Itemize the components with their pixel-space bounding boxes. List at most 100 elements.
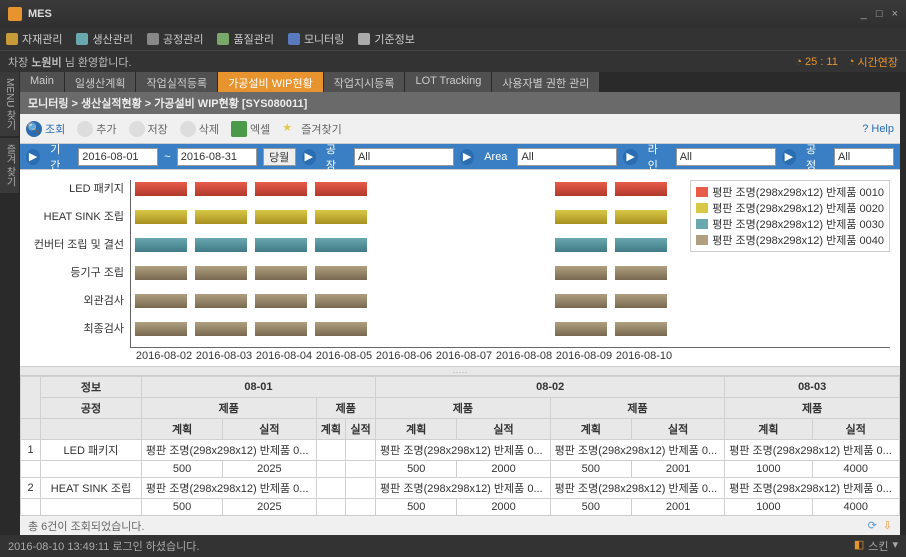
grid-record-count: 총 6건이 조회되었습니다. [28, 518, 145, 534]
cell-product: 평판 조명(298x298x12) 반제품 0... [141, 440, 316, 461]
window-maximize-button[interactable]: □ [876, 8, 883, 20]
sidebar-tabs: MENU 찾기 즐겨 찾기 [0, 72, 20, 195]
process-label: 공정 [802, 141, 828, 173]
date-to-input[interactable] [177, 148, 257, 166]
filter-go-4[interactable]: ▶ [782, 149, 796, 165]
splitter[interactable]: ····· [20, 366, 900, 376]
wip-chart: LED 패키지HEAT SINK 조립컨버터 조립 및 결선등기구 조립외관검사… [20, 170, 900, 366]
col-actual: 실적 [457, 419, 550, 440]
date-from-input[interactable] [78, 148, 158, 166]
tab-4[interactable]: 작업지시등록 [324, 72, 405, 92]
toolbar: 🔍조회 추가 저장 삭제 엑셀 ★즐겨찾기 ?Help [20, 114, 900, 144]
legend-item: 평판 조명(298x298x12) 반제품 0040 [696, 232, 884, 248]
delete-button[interactable]: 삭제 [180, 121, 219, 137]
col-product: 제품 [316, 398, 376, 419]
add-button[interactable]: 추가 [77, 121, 116, 137]
sidebar-tab-menu[interactable]: MENU 찾기 [0, 72, 19, 136]
page-tabs: Main일생산계획작업실적등록가공설비 WIP현황작업지시등록LOT Track… [0, 72, 906, 92]
sidebar-tab-favorites[interactable]: 즐겨 찾기 [0, 138, 19, 193]
tab-0[interactable]: Main [20, 72, 64, 92]
filter-go-1[interactable]: ▶ [302, 149, 316, 165]
legend-item: 평판 조명(298x298x12) 반제품 0010 [696, 184, 884, 200]
legend-swatch-icon [696, 203, 708, 213]
chart-bar [315, 266, 367, 280]
tab-1[interactable]: 일생산계획 [65, 72, 136, 92]
chart-bar [555, 238, 607, 252]
chart-bar [195, 322, 247, 336]
menu-icon [6, 33, 18, 45]
tab-3[interactable]: 가공설비 WIP현황 [218, 72, 323, 92]
line-select[interactable] [676, 148, 776, 166]
table-row[interactable]: 50020255002000500200110004000 [21, 461, 900, 478]
breadcrumb: 모니터링 > 생산실적현황 > 가공설비 WIP현황 [SYS080011] [20, 92, 900, 114]
legend-item: 평판 조명(298x298x12) 반제품 0020 [696, 200, 884, 216]
tab-6[interactable]: 사용자별 권한 관리 [492, 72, 599, 92]
search-icon: 🔍 [26, 121, 42, 137]
chart-xlabel: 2016-08-04 [254, 350, 314, 362]
col-date: 08-01 [141, 377, 375, 398]
tab-2[interactable]: 작업실적등록 [136, 72, 217, 92]
col-actual: 실적 [812, 419, 899, 440]
period-label: 기간 [46, 141, 72, 173]
menu-기준정보[interactable]: 기준정보 [358, 31, 414, 47]
col-product: 제품 [550, 398, 725, 419]
filter-go-2[interactable]: ▶ [460, 149, 474, 165]
chart-xlabel: 2016-08-09 [554, 350, 614, 362]
chart-xlabel: 2016-08-02 [134, 350, 194, 362]
excel-button[interactable]: 엑셀 [231, 121, 270, 137]
chart-bar [615, 294, 667, 308]
menu-공정관리[interactable]: 공정관리 [147, 31, 203, 47]
process-select[interactable] [834, 148, 894, 166]
current-month-button[interactable] [263, 148, 296, 166]
col-process: 공정 [41, 398, 142, 419]
col-product: 제품 [725, 398, 900, 419]
menu-생산관리[interactable]: 생산관리 [76, 31, 132, 47]
chart-ylabel: HEAT SINK 조립 [30, 208, 124, 222]
col-actual: 실적 [632, 419, 725, 440]
skin-dropdown-icon[interactable]: ▾ [892, 538, 898, 554]
title-bar: MES _ □ × [0, 0, 906, 28]
chart-bar [255, 294, 307, 308]
favorite-button[interactable]: ★즐겨찾기 [282, 121, 341, 137]
filter-expand-button[interactable]: ▶ [26, 149, 40, 165]
chart-bar [195, 266, 247, 280]
menu-모니터링[interactable]: 모니터링 [288, 31, 344, 47]
help-icon: ? [862, 123, 868, 135]
chart-bar [135, 210, 187, 224]
window-minimize-button[interactable]: _ [861, 8, 867, 20]
table-row[interactable]: 2HEAT SINK 조립평판 조명(298x298x12) 반제품 0...평… [21, 478, 900, 499]
table-row[interactable]: 50020255002000500200110004000 [21, 499, 900, 516]
chart-bar [255, 266, 307, 280]
col-info: 정보 [41, 377, 142, 398]
chart-bar [315, 182, 367, 196]
col-date: 08-03 [725, 377, 900, 398]
chart-legend: 평판 조명(298x298x12) 반제품 0010평판 조명(298x298x… [690, 180, 890, 252]
col-date: 08-02 [376, 377, 725, 398]
chart-bar [615, 266, 667, 280]
grid-export-icon[interactable]: ⇩ [883, 519, 892, 532]
data-grid[interactable]: 정보08-0108-0208-03공정제품제품제품제품제품계획실적계획실적계획실… [20, 376, 900, 515]
legend-swatch-icon [696, 235, 708, 245]
app-logo-icon [8, 7, 22, 21]
filter-go-3[interactable]: ▶ [623, 149, 637, 165]
user-rank: 차장 [8, 54, 28, 70]
menu-icon [76, 33, 88, 45]
area-select[interactable] [517, 148, 617, 166]
grid-refresh-icon[interactable]: ⟳ [868, 519, 877, 532]
table-row[interactable]: 1LED 패키지평판 조명(298x298x12) 반제품 0...평판 조명(… [21, 440, 900, 461]
menu-자재관리[interactable]: 자재관리 [6, 31, 62, 47]
tab-5[interactable]: LOT Tracking [405, 72, 491, 92]
factory-select[interactable] [354, 148, 454, 166]
window-close-button[interactable]: × [892, 8, 898, 20]
chart-xlabel: 2016-08-06 [374, 350, 434, 362]
menu-품질관리[interactable]: 품질관리 [217, 31, 273, 47]
extend-session-button[interactable]: ◔ 시간연장 [848, 54, 898, 70]
skin-icon[interactable]: ◧ [854, 538, 864, 554]
chart-bar [135, 322, 187, 336]
chart-bar [135, 182, 187, 196]
save-button[interactable]: 저장 [129, 121, 168, 137]
filter-bar: ▶ 기간 ~ ▶ 공장 ▶ Area ▶ 라인 ▶ 공정 [20, 144, 900, 170]
search-button[interactable]: 🔍조회 [26, 121, 65, 137]
help-button[interactable]: ?Help [862, 123, 894, 135]
chart-bar [255, 322, 307, 336]
